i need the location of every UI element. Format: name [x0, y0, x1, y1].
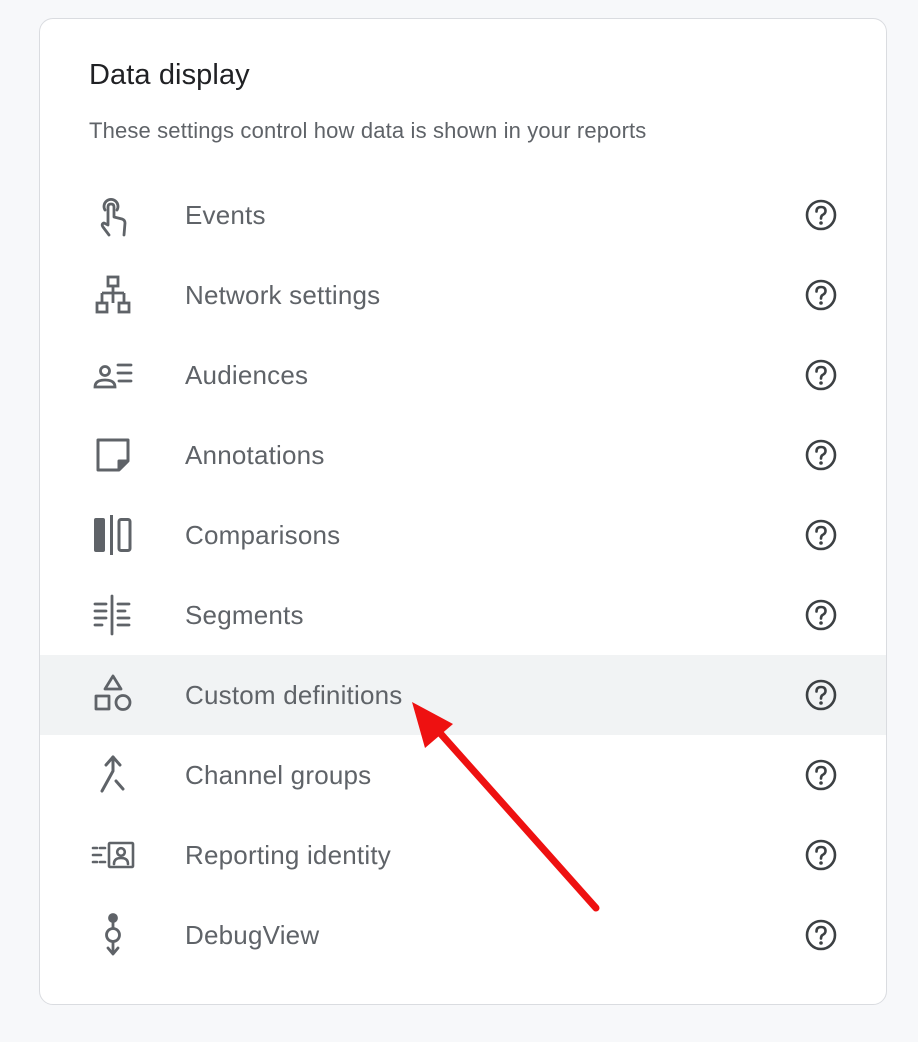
help-circle-icon[interactable] — [804, 358, 838, 392]
segments-icon — [88, 594, 138, 636]
help-circle-icon[interactable] — [804, 518, 838, 552]
help-circle-icon[interactable] — [804, 758, 838, 792]
help-circle-icon[interactable] — [804, 838, 838, 872]
row-label: Segments — [185, 600, 304, 630]
row-label: DebugView — [185, 920, 320, 950]
row-label: Custom definitions — [185, 680, 403, 710]
row-annotations[interactable]: Annotations — [40, 415, 886, 495]
touch-icon — [88, 195, 138, 237]
row-network-settings[interactable]: Network settings — [40, 255, 886, 335]
row-segments[interactable]: Segments — [40, 575, 886, 655]
network-icon — [88, 275, 138, 315]
merge-icon — [88, 755, 138, 795]
compare-columns-icon — [88, 515, 138, 555]
page: Data display These settings control how … — [0, 0, 918, 1042]
row-label: Network settings — [185, 280, 381, 310]
debug-icon — [88, 913, 138, 956]
card-title: Data display — [89, 59, 250, 91]
row-audiences[interactable]: Audiences — [40, 335, 886, 415]
row-label: Annotations — [185, 440, 325, 470]
identity-icon — [88, 835, 138, 875]
row-debugview[interactable]: DebugView — [40, 895, 886, 975]
help-circle-icon[interactable] — [804, 438, 838, 472]
help-circle-icon[interactable] — [804, 278, 838, 312]
settings-list: Events Network settings Audiences Annota… — [40, 175, 886, 975]
row-events[interactable]: Events — [40, 175, 886, 255]
row-label: Reporting identity — [185, 840, 391, 870]
row-label: Channel groups — [185, 760, 372, 790]
help-circle-icon[interactable] — [804, 198, 838, 232]
row-channel-groups[interactable]: Channel groups — [40, 735, 886, 815]
help-circle-icon[interactable] — [804, 918, 838, 952]
row-label: Audiences — [185, 360, 309, 390]
data-display-card: Data display These settings control how … — [39, 18, 887, 1005]
row-comparisons[interactable]: Comparisons — [40, 495, 886, 575]
card-subtitle: These settings control how data is shown… — [89, 118, 647, 143]
sticky-note-icon — [88, 435, 138, 475]
shapes-icon — [88, 674, 138, 715]
row-custom-definitions[interactable]: Custom definitions — [40, 655, 886, 735]
row-label: Events — [185, 200, 266, 230]
audiences-icon — [88, 355, 138, 395]
help-circle-icon[interactable] — [804, 678, 838, 712]
row-reporting-identity[interactable]: Reporting identity — [40, 815, 886, 895]
row-label: Comparisons — [185, 520, 341, 550]
help-circle-icon[interactable] — [804, 598, 838, 632]
